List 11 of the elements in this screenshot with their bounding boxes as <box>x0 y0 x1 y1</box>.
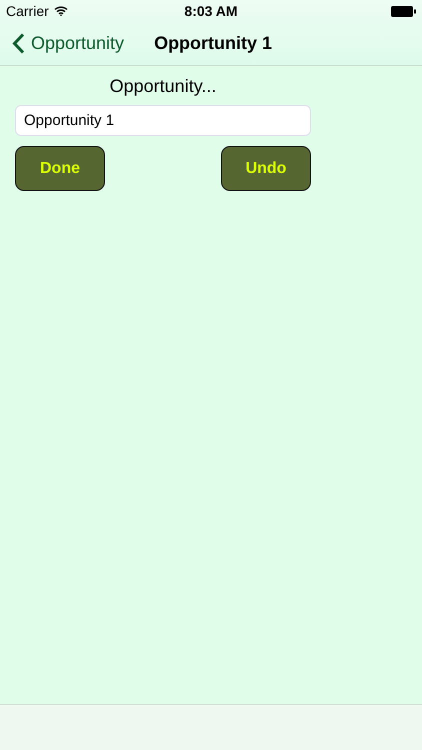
action-button[interactable]: Done <box>15 146 105 191</box>
status-time: 8:03 AM <box>184 3 238 19</box>
carrier-text: Carrier <box>6 3 49 19</box>
nav-title: Opportunity 1 <box>154 33 272 54</box>
wifi-icon <box>54 6 68 16</box>
input-field[interactable]: Opportunity 1 <box>15 105 311 136</box>
back-button[interactable]: Opportunity <box>0 33 124 54</box>
chevron-left-icon <box>12 33 25 54</box>
action-button[interactable]: Undo <box>221 146 311 191</box>
battery-icon <box>391 6 416 16</box>
form-heading: Opportunity... <box>108 76 218 97</box>
